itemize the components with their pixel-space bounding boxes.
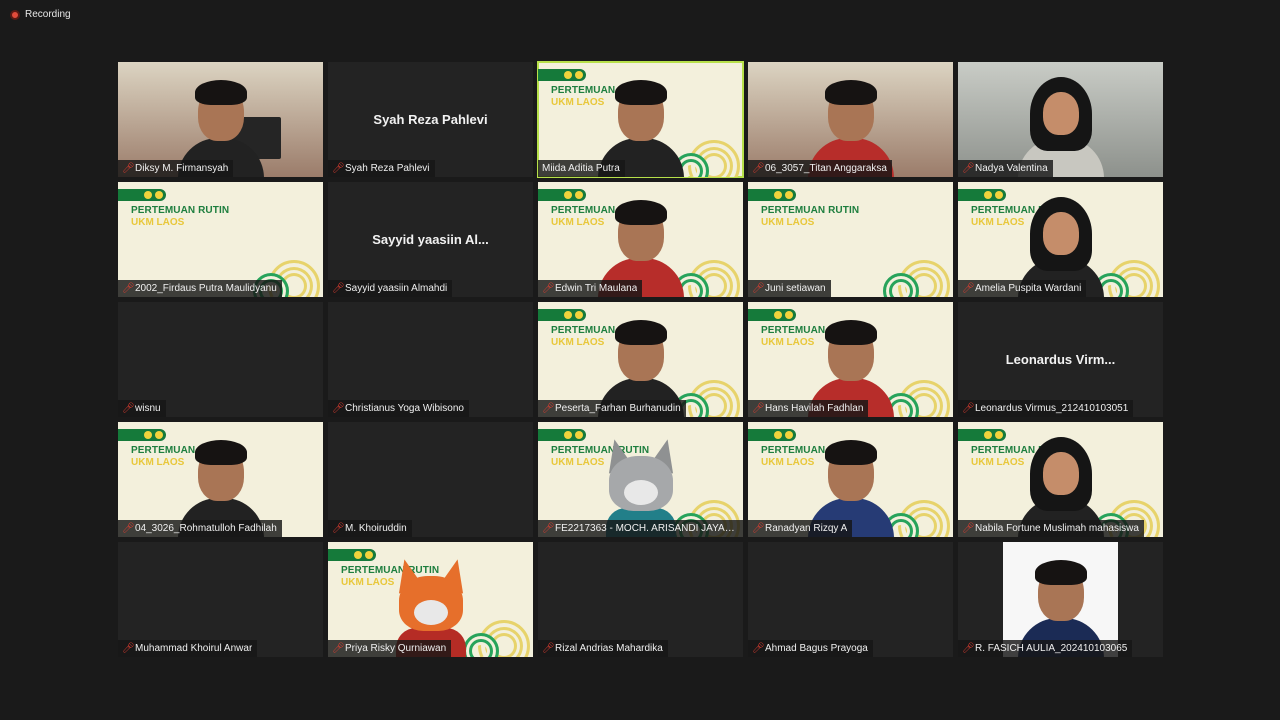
participant-tile-diksy[interactable]: 🎤︎ Diksy M. Firmansyah [118, 62, 323, 177]
participant-name-label: 🎤︎ R. FASICH AULIA_202410103065 [958, 640, 1133, 657]
participant-name-label: 🎤︎ Christianus Yoga Wibisono [328, 400, 469, 417]
active-speaker-tile-miida[interactable]: PERTEMUAN RUTIN UKM LAOS Miida Aditia Pu… [537, 61, 744, 178]
participant-name-label: 🎤︎ 2002_Firdaus Putra Maulidyanu [118, 280, 282, 297]
participant-gallery: 🎤︎ Diksy M. Firmansyah Syah Reza Pahlevi … [118, 61, 1163, 658]
participant-name-label: 🎤︎ Ranadyan Rizqy A [748, 520, 853, 537]
muted-microphone-icon: 🎤︎ [122, 282, 135, 294]
recording-label: Recording [25, 9, 71, 20]
participant-tile-muhammad[interactable]: 🎤︎ Muhammad Khoirul Anwar [118, 542, 323, 657]
participant-tile-rohmatulloh[interactable]: PERTEMUAN RUTIN UKM LAOS 🎤︎ 04_3026_Rohma… [118, 422, 323, 537]
participant-name-label: 🎤︎ Rizal Andrias Mahardika [538, 640, 668, 657]
muted-microphone-icon: 🎤︎ [752, 162, 765, 174]
muted-microphone-icon: 🎤︎ [542, 522, 555, 534]
ukm-laos-logo [538, 309, 586, 321]
participant-tile-ahmad[interactable]: 🎤︎ Ahmad Bagus Prayoga [748, 542, 953, 657]
muted-microphone-icon: 🎤︎ [542, 642, 555, 654]
participant-name-label: 🎤︎ Muhammad Khoirul Anwar [118, 640, 258, 657]
meeting-background-title: PERTEMUAN RUTIN [761, 205, 860, 216]
participant-tile-ranadyan[interactable]: PERTEMUAN RUTIN UKM LAOS 🎤︎ Ranadyan Rizq… [748, 422, 953, 537]
ukm-laos-logo [748, 309, 796, 321]
muted-microphone-icon: 🎤︎ [752, 522, 765, 534]
muted-microphone-icon: 🎤︎ [752, 642, 765, 654]
muted-microphone-icon: 🎤︎ [332, 282, 345, 294]
muted-microphone-icon: 🎤︎ [962, 642, 975, 654]
ukm-laos-logo [958, 429, 1006, 441]
participant-name-label: 🎤︎ Peserta_Farhan Burhanudin [538, 400, 686, 417]
participant-tile-firdaus[interactable]: PERTEMUAN RUTIN UKM LAOS 🎤︎ 2002_Firdaus … [118, 182, 323, 297]
participant-name-label: 🎤︎ Leonardus Virmus_212410103051 [958, 400, 1134, 417]
muted-microphone-icon: 🎤︎ [332, 402, 345, 414]
participant-tile-titan[interactable]: 🎤︎ 06_3057_Titan Anggaraksa [748, 62, 953, 177]
participant-tile-nadya[interactable]: 🎤︎ Nadya Valentina [958, 62, 1163, 177]
participant-tile-nabila[interactable]: PERTEMUAN RUTIN UKM LAOS 🎤︎ Nabila Fortun… [958, 422, 1163, 537]
participant-tile-syah[interactable]: Syah Reza Pahlevi 🎤︎ Syah Reza Pahlevi [328, 62, 533, 177]
muted-microphone-icon: 🎤︎ [962, 282, 975, 294]
meeting-background-title: PERTEMUAN RUTIN [131, 205, 230, 216]
participant-name-label: 🎤︎ Priya Risky Qurniawan [328, 640, 452, 657]
ukm-laos-logo [748, 429, 796, 441]
muted-microphone-icon: 🎤︎ [752, 402, 765, 414]
muted-microphone-icon: 🎤︎ [542, 402, 555, 414]
muted-microphone-icon: 🎤︎ [332, 162, 345, 174]
participant-name-label: 🎤︎ Diksy M. Firmansyah [118, 160, 234, 177]
participant-tile-sayyid[interactable]: Sayyid yaasiin Al... 🎤︎ Sayyid yaasiin Al… [328, 182, 533, 297]
participant-tile-khoiruddin[interactable]: 🎤︎ M. Khoiruddin [328, 422, 533, 537]
participant-tile-edwin[interactable]: PERTEMUAN RUTIN UKM LAOS 🎤︎ Edwin Tri Mau… [538, 182, 743, 297]
ukm-laos-logo [958, 189, 1006, 201]
participant-display-name: Leonardus Virm... [1005, 352, 1116, 367]
muted-microphone-icon: 🎤︎ [752, 282, 765, 294]
participant-name-label: Miida Aditia Putra [538, 160, 625, 177]
participant-tile-christianus[interactable]: 🎤︎ Christianus Yoga Wibisono [328, 302, 533, 417]
participant-tile-arisandi[interactable]: PERTEMUAN RUTIN UKM LAOS 🎤︎ FE2217363 - M… [538, 422, 743, 537]
participant-name-label: 🎤︎ Ahmad Bagus Prayoga [748, 640, 873, 657]
participant-tile-rizal[interactable]: 🎤︎ Rizal Andrias Mahardika [538, 542, 743, 657]
muted-microphone-icon: 🎤︎ [962, 522, 975, 534]
participant-tile-fasich[interactable]: 🎤︎ R. FASICH AULIA_202410103065 [958, 542, 1163, 657]
muted-microphone-icon: 🎤︎ [332, 522, 345, 534]
muted-microphone-icon: 🎤︎ [962, 402, 975, 414]
participant-tile-juni[interactable]: PERTEMUAN RUTIN UKM LAOS 🎤︎ Juni setiawan [748, 182, 953, 297]
participant-tile-wisnu[interactable]: 🎤︎ wisnu [118, 302, 323, 417]
meeting-background-subtitle: UKM LAOS [131, 217, 185, 228]
participant-name-label: 🎤︎ Edwin Tri Maulana [538, 280, 643, 297]
ukm-laos-logo [328, 549, 376, 561]
participant-tile-farhan[interactable]: PERTEMUAN RUTIN UKM LAOS 🎤︎ Peserta_Farha… [538, 302, 743, 417]
participant-name-label: 🎤︎ Juni setiawan [748, 280, 831, 297]
participant-display-name: Syah Reza Pahlevi [373, 112, 488, 127]
participant-tile-priya[interactable]: PERTEMUAN RUTIN UKM LAOS 🎤︎ Priya Risky Q… [328, 542, 533, 657]
participant-name-label: 🎤︎ Hans Havilah Fadhlan [748, 400, 869, 417]
muted-microphone-icon: 🎤︎ [122, 402, 135, 414]
muted-microphone-icon: 🎤︎ [122, 522, 135, 534]
ukm-laos-logo [538, 189, 586, 201]
participant-tile-leonardus[interactable]: Leonardus Virm... 🎤︎ Leonardus Virmus_212… [958, 302, 1163, 417]
participant-tile-hans[interactable]: PERTEMUAN RUTIN UKM LAOS 🎤︎ Hans Havilah … [748, 302, 953, 417]
muted-microphone-icon: 🎤︎ [122, 642, 135, 654]
meeting-background-subtitle: UKM LAOS [761, 217, 815, 228]
muted-microphone-icon: 🎤︎ [542, 282, 555, 294]
ukm-laos-logo [538, 429, 586, 441]
ukm-laos-logo [118, 429, 166, 441]
participant-name-label: 🎤︎ wisnu [118, 400, 166, 417]
participant-tile-amelia[interactable]: PERTEMUAN RUTIN UKM LAOS 🎤︎ Amelia Puspit… [958, 182, 1163, 297]
participant-name-label: 🎤︎ FE2217363 - MOCH. ARISANDI JAYAN... [538, 520, 743, 537]
muted-microphone-icon: 🎤︎ [122, 162, 135, 174]
ukm-laos-logo [118, 189, 166, 201]
recording-indicator: Recording [10, 9, 71, 20]
muted-microphone-icon: 🎤︎ [332, 642, 345, 654]
participant-name-label: 🎤︎ 04_3026_Rohmatulloh Fadhilah [118, 520, 282, 537]
participant-name-label: 🎤︎ Amelia Puspita Wardani [958, 280, 1087, 297]
participant-name-label: 🎤︎ Nabila Fortune Muslimah mahasiswa [958, 520, 1144, 537]
participant-name-label: 🎤︎ Syah Reza Pahlevi [328, 160, 435, 177]
ukm-laos-logo [538, 69, 586, 81]
participant-name-label: 🎤︎ Sayyid yaasiin Almahdi [328, 280, 453, 297]
ukm-laos-logo [748, 189, 796, 201]
participant-name-label: 🎤︎ Nadya Valentina [958, 160, 1053, 177]
participant-display-name: Sayyid yaasiin Al... [372, 232, 489, 247]
participant-name-label: 🎤︎ 06_3057_Titan Anggaraksa [748, 160, 892, 177]
muted-microphone-icon: 🎤︎ [962, 162, 975, 174]
participant-name-label: 🎤︎ M. Khoiruddin [328, 520, 412, 537]
recording-dot-icon [10, 9, 20, 20]
